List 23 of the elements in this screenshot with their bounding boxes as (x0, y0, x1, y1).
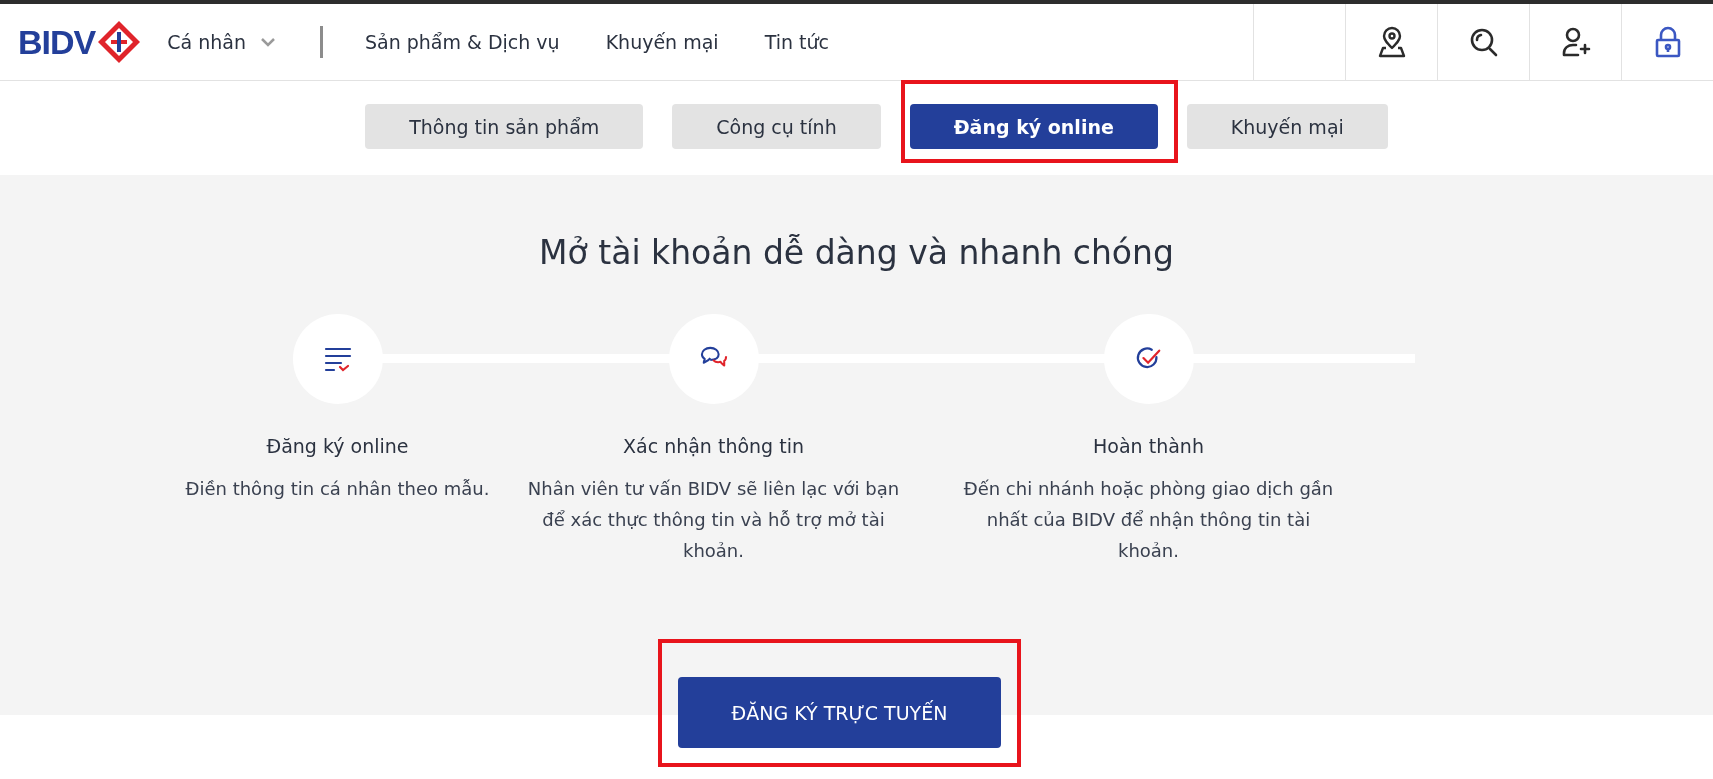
diamond-logo-icon[interactable] (97, 20, 142, 64)
register-online-button[interactable]: ĐĂNG KÝ TRỰC TUYẾN (678, 677, 1001, 748)
section-title: Mở tài khoản dễ dàng và nhanh chóng (539, 233, 1174, 272)
nav-link[interactable]: Sản phẩm & Dịch vụ (364, 31, 560, 53)
tab[interactable]: Khuyến mại (1186, 104, 1388, 149)
tab[interactable]: Công cụ tính (672, 104, 881, 149)
step-title: Xác nhận thông tin (623, 435, 804, 457)
step-title: Đăng ký online (266, 435, 409, 457)
chevron-down-icon (259, 37, 276, 47)
add-user-icon[interactable] (1560, 26, 1591, 58)
step-description: Nhân viên tư vấn BIDV sẽ liên lạc với bạn để xác thực thông tin và hỗ trợ mở tài khoản. (526, 477, 901, 563)
logo-text[interactable]: BIDV (18, 22, 96, 62)
map-pin-icon[interactable] (1376, 26, 1407, 58)
step-description: Đến chi nhánh hoặc phòng giao dịch gần nhất của BIDV để nhận thông tin tài khoản. (962, 477, 1335, 563)
segment-dropdown[interactable]: Cá nhân (167, 31, 276, 53)
nav-link[interactable]: Khuyến mại (605, 31, 719, 53)
step-description: Điền thông tin cá nhân theo mẫu. (184, 477, 491, 501)
search-icon[interactable] (1468, 26, 1499, 58)
step-title: Hoàn thành (1093, 435, 1204, 457)
tab[interactable]: Đăng ký online (909, 104, 1158, 149)
nav-link[interactable]: Tin tức (764, 31, 829, 53)
checklist-icon (323, 346, 352, 372)
tab[interactable]: Thông tin sản phẩm (365, 104, 644, 149)
